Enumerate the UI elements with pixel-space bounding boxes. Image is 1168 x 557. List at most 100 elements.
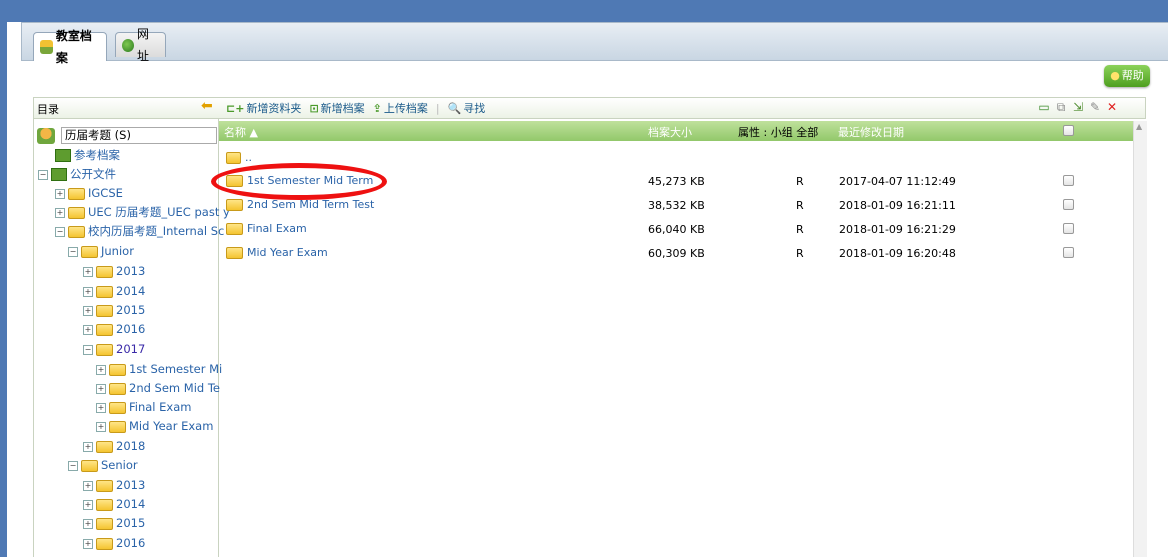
parent-dots: ..	[245, 151, 252, 164]
tree-item-uec[interactable]: + UEC 历届考题_UEC past y	[55, 203, 230, 222]
expand-icon[interactable]: +	[55, 188, 65, 199]
file-attr: R	[796, 199, 804, 212]
collapse-icon[interactable]: −	[38, 169, 48, 180]
folder-icon	[96, 265, 113, 278]
tree-item-2016[interactable]: +2016	[83, 320, 145, 339]
collapse-icon[interactable]: −	[68, 246, 78, 257]
collapse-icon[interactable]: −	[83, 344, 93, 355]
collapse-icon[interactable]: −	[68, 460, 78, 471]
folder-icon	[96, 498, 113, 511]
row-checkbox[interactable]	[1063, 247, 1074, 258]
folder-icon	[109, 401, 126, 414]
move-icon[interactable]: ⇲	[1071, 100, 1085, 114]
upload-icon: ⇪	[372, 102, 382, 115]
view-tools: ▭ ⧉ ⇲ ✎ ✕	[1037, 100, 1119, 114]
window-top-border	[7, 0, 1168, 22]
column-name[interactable]: 名称 ▲	[224, 124, 258, 140]
tree-item-final-exam[interactable]: + Final Exam	[96, 398, 191, 417]
tab-classroom-files[interactable]: 教室档案	[33, 29, 107, 65]
tree-item-senior-2016[interactable]: +2016	[83, 534, 145, 553]
select-all-checkbox[interactable]	[1063, 125, 1074, 136]
column-attr[interactable]: 属性 : 小组 全部	[738, 124, 818, 140]
expand-icon[interactable]: +	[96, 421, 106, 432]
parent-folder-icon	[226, 151, 241, 164]
tree-item-senior[interactable]: − Senior	[68, 456, 138, 475]
expand-icon[interactable]: +	[83, 518, 93, 529]
expand-icon[interactable]: +	[83, 266, 93, 277]
new-file-button[interactable]: ⊡ 新增档案	[309, 100, 364, 116]
parent-folder-row[interactable]: ..	[226, 151, 252, 164]
highlight-annotation	[211, 163, 387, 200]
tree-item-reference[interactable]: 参考档案	[55, 146, 120, 165]
search-icon: 🔍	[447, 102, 462, 115]
folder-icon	[81, 459, 98, 472]
file-name-cell[interactable]: Mid Year Exam	[226, 246, 328, 259]
monitor-icon[interactable]: ▭	[1037, 100, 1051, 114]
tree-item-1st-semester[interactable]: +1st Semester Mi	[96, 360, 222, 379]
tree-item-senior-2014[interactable]: +2014	[83, 495, 145, 514]
tree-item-internal[interactable]: − 校内历届考题_Internal Sc	[55, 222, 224, 241]
tree-item-2014[interactable]: +2014	[83, 282, 145, 301]
folder-icon	[68, 187, 85, 200]
tree-item-2nd-sem[interactable]: +2nd Sem Mid Te	[96, 379, 220, 398]
help-button[interactable]: ● 帮助	[1104, 65, 1150, 87]
tree-item-senior-2013[interactable]: +2013	[83, 476, 145, 495]
expand-icon[interactable]: +	[55, 207, 65, 218]
expand-icon[interactable]: +	[83, 441, 93, 452]
search-button[interactable]: 🔍 寻找	[448, 100, 486, 116]
tree-item-junior[interactable]: − Junior	[68, 242, 134, 261]
file-name-cell[interactable]: Final Exam	[226, 222, 307, 235]
file-size: 60,309 KB	[648, 247, 705, 260]
tree-item-mid-year[interactable]: + Mid Year Exam	[96, 417, 213, 436]
scroll-up-icon[interactable]: ▲	[1136, 122, 1142, 131]
expand-icon[interactable]: +	[83, 480, 93, 491]
tab-url[interactable]: 网址	[115, 27, 166, 63]
folder-icon	[96, 285, 113, 298]
collapse-arrow-icon[interactable]: ⬅	[201, 98, 213, 114]
expand-icon[interactable]: +	[96, 383, 106, 394]
expand-icon[interactable]: +	[96, 402, 106, 413]
collapse-icon[interactable]: −	[55, 226, 65, 237]
file-attr: R	[796, 247, 804, 260]
expand-icon[interactable]: +	[83, 538, 93, 549]
upload-button[interactable]: ⇪ 上传档案	[373, 100, 428, 116]
delete-icon[interactable]: ✕	[1105, 100, 1119, 114]
folder-icon	[81, 245, 98, 258]
tree-item-igcse[interactable]: + IGCSE	[55, 184, 123, 203]
expand-icon[interactable]: +	[96, 364, 106, 375]
rename-icon[interactable]: ✎	[1088, 100, 1102, 114]
archive-icon	[55, 149, 71, 162]
new-folder-button[interactable]: ⊏+ 新增资料夹	[226, 100, 301, 116]
tree-item-2013[interactable]: +2013	[83, 262, 145, 281]
folder-icon	[96, 323, 113, 336]
toolbar-divider: |	[435, 101, 440, 115]
expand-icon[interactable]: +	[83, 305, 93, 316]
file-size: 45,273 KB	[648, 175, 705, 188]
folder-icon	[226, 222, 243, 235]
column-size[interactable]: 档案大小	[648, 124, 692, 140]
toolbar: ⊏+ 新增资料夹 ⊡ 新增档案 ⇪ 上传档案 | 🔍 寻找	[226, 100, 485, 116]
expand-icon[interactable]: +	[83, 286, 93, 297]
file-date: 2018-01-09 16:20:48	[839, 247, 956, 260]
tree-item-2018[interactable]: +2018	[83, 437, 145, 456]
globe-icon	[122, 38, 134, 52]
expand-icon[interactable]: +	[83, 324, 93, 335]
expand-icon[interactable]: +	[83, 499, 93, 510]
tree-item-2017[interactable]: −2017	[83, 340, 145, 359]
tree-item-senior-2015[interactable]: +2015	[83, 514, 145, 533]
root-drive[interactable]	[37, 126, 55, 145]
tree-item-2015[interactable]: +2015	[83, 301, 145, 320]
scrollbar[interactable]	[1133, 121, 1147, 557]
row-checkbox[interactable]	[1063, 199, 1074, 210]
row-checkbox[interactable]	[1063, 175, 1074, 186]
folder-icon	[109, 420, 126, 433]
folder-icon	[109, 382, 126, 395]
column-modified[interactable]: 最近修改日期	[838, 124, 904, 140]
lightbulb-icon: ●	[1110, 69, 1120, 82]
tab-strip	[21, 22, 1168, 61]
copy-icon[interactable]: ⧉	[1054, 100, 1068, 114]
drive-input[interactable]: 历届考题 (S)	[61, 127, 217, 144]
row-checkbox[interactable]	[1063, 223, 1074, 234]
tree-item-public[interactable]: − 公开文件	[38, 165, 116, 184]
file-size: 38,532 KB	[648, 199, 705, 212]
